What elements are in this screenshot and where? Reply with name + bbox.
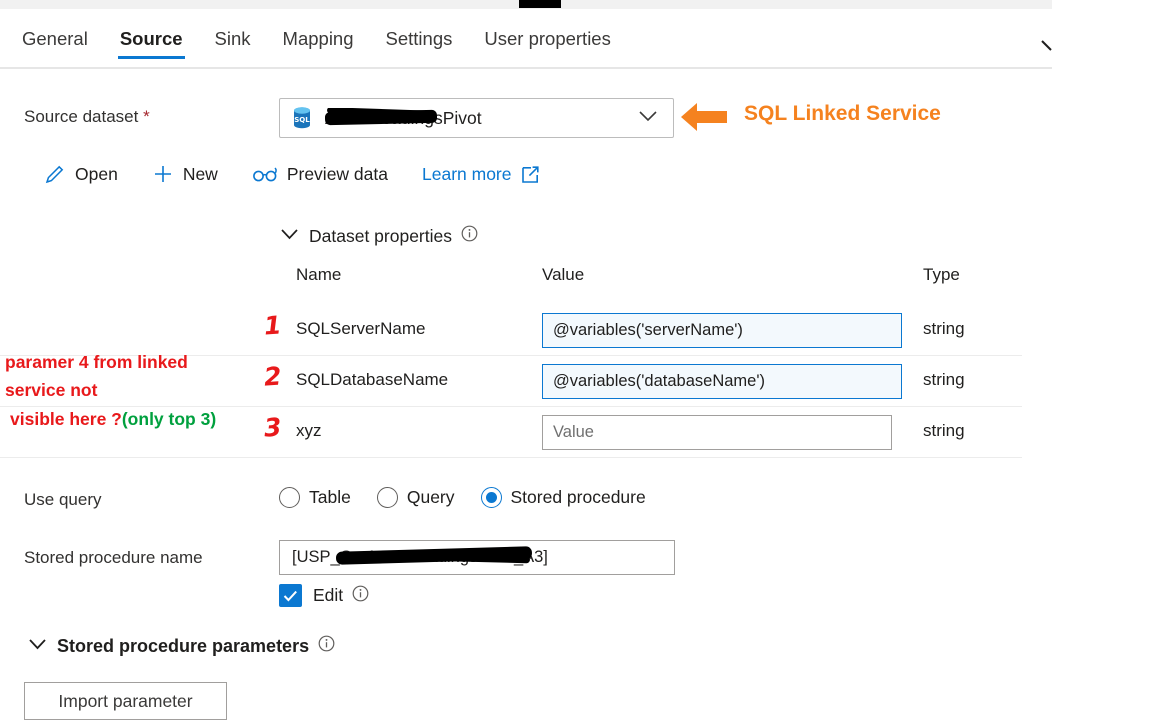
info-icon[interactable] (352, 585, 369, 607)
annotation-row-number: 1 (263, 310, 283, 341)
use-query-label: Use query (24, 490, 102, 509)
column-header-type: Type (923, 265, 960, 284)
column-header-value: Value (542, 265, 585, 284)
dataset-properties-section-header[interactable]: Dataset properties (281, 225, 478, 247)
learn-more-label: Learn more (422, 163, 512, 184)
annotation-note-line-3-red: visible here ? (10, 409, 122, 429)
source-dataset-label-text: Source dataset (24, 107, 139, 126)
radio-query[interactable]: Query (376, 487, 455, 508)
annotation-arrow-left-icon (679, 100, 729, 139)
tab-mapping[interactable]: Mapping (267, 9, 370, 68)
tab-user-properties[interactable]: User properties (468, 9, 626, 68)
property-name: SQLServerName (296, 319, 426, 338)
source-dataset-label: Source dataset * (24, 107, 150, 127)
edit-checkbox-row[interactable]: Edit (279, 584, 369, 607)
tab-sink[interactable]: Sink (199, 9, 267, 68)
annotation-row-number: 3 (263, 412, 283, 443)
tab-mapping-label: Mapping (282, 27, 354, 49)
edit-checkbox-label: Edit (313, 585, 344, 605)
svg-text:SQL: SQL (294, 116, 310, 124)
property-type: string (923, 370, 965, 389)
dataset-properties-title: Dataset properties (309, 225, 452, 246)
pencil-icon (44, 163, 66, 185)
external-link-icon (521, 165, 540, 184)
radio-query-label: Query (406, 487, 455, 507)
chevron-down-icon[interactable] (29, 637, 46, 655)
chevron-down-icon[interactable] (639, 109, 657, 127)
activity-tab-bar: General Source Sink Mapping Settings Use… (0, 9, 1052, 68)
radio-stored-procedure-label: Stored procedure (510, 487, 646, 507)
annotation-sql-linked-service: SQL Linked Service (744, 102, 941, 125)
redaction-mark-top (519, 0, 561, 8)
sql-database-icon: SQL (291, 106, 313, 130)
tab-list: General Source Sink Mapping Settings Use… (22, 9, 627, 68)
property-name: xyz (296, 421, 322, 440)
table-row: 1 SQLServerName @variables('serverName')… (0, 305, 1022, 356)
property-type: string (923, 421, 965, 440)
radio-table-dot (279, 487, 300, 508)
required-asterisk: * (143, 107, 150, 126)
pipeline-activity-properties-panel: General Source Sink Mapping Settings Use… (0, 0, 1152, 720)
tab-source-label: Source (119, 27, 183, 49)
tab-general[interactable]: General (22, 9, 104, 68)
tab-source[interactable]: Source (104, 9, 199, 68)
annotation-row-number: 2 (263, 361, 283, 392)
property-value-input[interactable]: @variables('databaseName') (542, 364, 902, 399)
import-parameter-button[interactable]: Import parameter (24, 682, 227, 720)
stored-procedure-name-input[interactable]: [USP_GetAssetReadingsPivot_A3] (279, 540, 675, 575)
glasses-icon (252, 165, 278, 183)
annotation-note-line-2: service not (5, 380, 98, 400)
tab-bar-divider (0, 67, 1052, 69)
radio-table[interactable]: Table (279, 487, 351, 508)
chevron-down-icon[interactable] (281, 227, 298, 245)
stored-procedure-parameters-section-header[interactable]: Stored procedure parameters (29, 635, 335, 657)
tab-sink-label: Sink (214, 27, 251, 49)
tab-overflow-chevron-icon[interactable] (1040, 39, 1054, 53)
radio-stored-procedure[interactable]: Stored procedure (480, 487, 646, 508)
new-dataset-label: New (182, 163, 218, 184)
property-value-input[interactable]: @variables('serverName') (542, 313, 902, 348)
edit-checkbox[interactable] (279, 584, 302, 607)
property-name: SQLDatabaseName (296, 370, 449, 389)
radio-query-dot (376, 487, 398, 508)
use-query-radio-group: Table Query Stored procedure (279, 487, 672, 508)
window-top-strip (0, 0, 1052, 9)
tab-settings-label: Settings (385, 27, 453, 49)
stored-procedure-name-value: [USP_GetAssetReadingsPivot_A3] (292, 546, 548, 567)
property-value-input[interactable]: Value (542, 415, 892, 450)
tab-user-properties-label: User properties (484, 27, 611, 49)
dataset-properties-table-header: Name Value Type (0, 265, 1052, 291)
tab-general-label: General (22, 27, 88, 49)
plus-icon (152, 163, 174, 185)
open-dataset-label: Open (75, 163, 118, 184)
learn-more-link[interactable]: Learn more (422, 164, 540, 185)
annotation-note-line-1: paramer 4 from linked (5, 352, 188, 372)
info-icon[interactable] (461, 225, 478, 247)
info-icon[interactable] (318, 635, 335, 657)
new-dataset-button[interactable]: New (152, 163, 218, 185)
dataset-properties-table-body: 1 SQLServerName @variables('serverName')… (0, 305, 1052, 458)
open-dataset-button[interactable]: Open (44, 163, 118, 185)
stored-procedure-name-label: Stored procedure name (24, 548, 203, 567)
annotation-note-line-3: visible here ?(only top 3) (10, 409, 216, 430)
source-dataset-dropdown[interactable]: SQL AssetReadingsPivot (279, 98, 674, 138)
radio-table-label: Table (309, 487, 351, 507)
property-type: string (923, 319, 965, 338)
dataset-action-toolbar: Open New Preview data Learn more (44, 163, 574, 185)
column-header-name: Name (296, 265, 342, 284)
preview-data-button[interactable]: Preview data (252, 164, 388, 185)
annotation-note-line-3-green: (only top 3) (121, 409, 217, 429)
radio-stored-procedure-dot (480, 487, 502, 508)
stored-procedure-parameters-title: Stored procedure parameters (57, 635, 310, 656)
source-dataset-value: AssetReadingsPivot (325, 107, 639, 129)
tab-settings[interactable]: Settings (370, 9, 469, 68)
preview-data-label: Preview data (286, 163, 388, 184)
